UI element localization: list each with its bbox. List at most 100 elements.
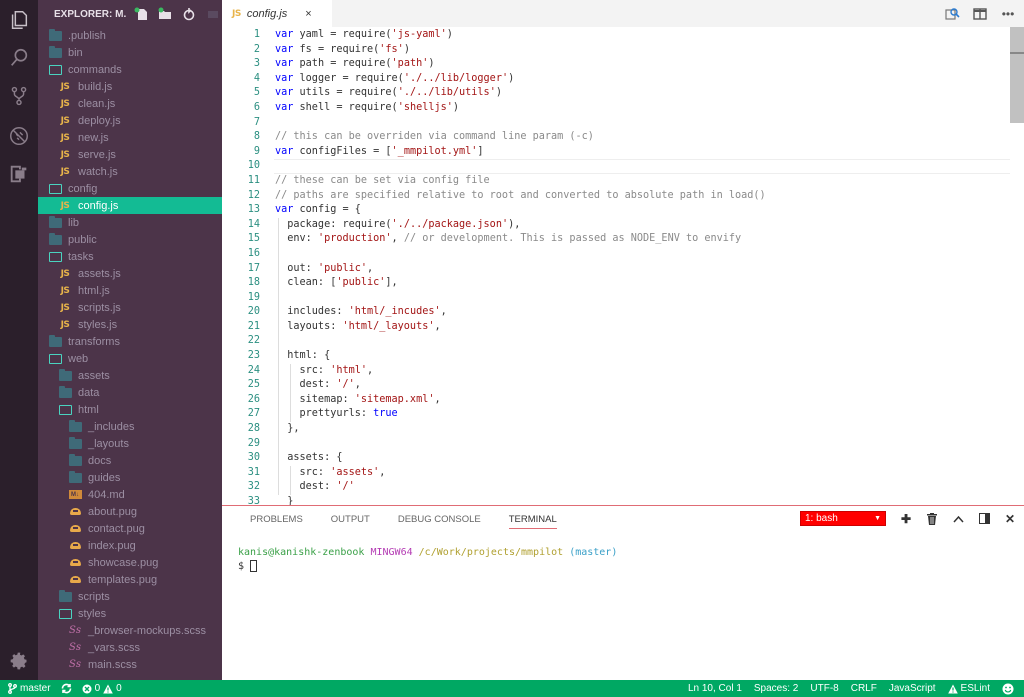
extensions-icon[interactable]	[7, 162, 31, 186]
eslint-status[interactable]: ESLint	[947, 683, 990, 694]
code-line: 14 package: require('./../package.json')…	[222, 218, 1010, 233]
tree-file[interactable]: JS build.js	[38, 78, 222, 95]
code-token: // paths are specified relative to root …	[275, 189, 766, 201]
close-tab-icon[interactable]: ×	[305, 8, 311, 20]
line-content	[260, 334, 275, 349]
editor-scrollbar[interactable]	[1010, 27, 1024, 123]
tree-folder[interactable]: docs	[38, 452, 222, 469]
tree-file[interactable]: index.pug	[38, 537, 222, 554]
tree-folder[interactable]: .publish	[38, 27, 222, 44]
search-icon[interactable]	[7, 46, 31, 70]
collapse-all-icon[interactable]	[206, 7, 220, 21]
debug-icon[interactable]	[7, 124, 31, 148]
refresh-icon[interactable]	[182, 7, 196, 21]
tree-folder[interactable]: guides	[38, 469, 222, 486]
tree-file[interactable]: JS watch.js	[38, 163, 222, 180]
tree-file[interactable]: contact.pug	[38, 520, 222, 537]
tree-file[interactable]: Ss main.scss	[38, 656, 222, 673]
tree-folder[interactable]: public	[38, 231, 222, 248]
panel-tab-output[interactable]: OUTPUT	[331, 506, 370, 532]
folder-icon	[68, 470, 82, 484]
tree-file[interactable]: JS new.js	[38, 129, 222, 146]
code-line: 28 },	[222, 422, 1010, 437]
terminal-host: MINGW64	[370, 547, 413, 558]
code-editor[interactable]: 1 var yaml = require('js-yaml') 2 var fs = …	[222, 27, 1010, 505]
code-token: includes:	[275, 306, 349, 318]
explorer-icon[interactable]	[7, 8, 31, 32]
tree-folder[interactable]: tasks	[38, 248, 222, 265]
tree-item-label: build.js	[78, 80, 113, 93]
tree-file[interactable]: JS html.js	[38, 282, 222, 299]
tree-file[interactable]: JS assets.js	[38, 265, 222, 282]
code-token: path = require(	[293, 58, 392, 70]
line-ending[interactable]: CRLF	[851, 683, 877, 694]
js-file-icon: JS	[60, 132, 70, 143]
tree-file[interactable]: Ss _browser-mockups.scss	[38, 622, 222, 639]
terminal-select[interactable]: 1: bash ▼	[800, 511, 886, 526]
tab-config-js[interactable]: JS config.js ×	[222, 0, 332, 27]
sync-status[interactable]	[61, 683, 72, 694]
language-mode[interactable]: JavaScript	[889, 683, 936, 694]
feedback-smiley-icon[interactable]	[1002, 683, 1014, 695]
tree-folder[interactable]: _includes	[38, 418, 222, 435]
panel-tab-debug-console[interactable]: DEBUG CONSOLE	[398, 506, 481, 532]
new-folder-icon[interactable]	[158, 7, 172, 21]
line-number: 14	[247, 218, 260, 230]
toggle-panel-position-icon[interactable]	[978, 512, 990, 526]
tree-folder[interactable]: styles	[38, 605, 222, 622]
tree-folder[interactable]: commands	[38, 61, 222, 78]
code-line: 4 var logger = require('./../lib/logger')	[222, 72, 1010, 87]
open-preview-icon[interactable]	[944, 6, 960, 22]
tree-file[interactable]: showcase.pug	[38, 554, 222, 571]
tree-file[interactable]: JS serve.js	[38, 146, 222, 163]
code-token: var	[275, 29, 294, 40]
tree-folder[interactable]: html	[38, 401, 222, 418]
terminal-input-line[interactable]: $	[238, 560, 617, 574]
tree-folder[interactable]: _layouts	[38, 435, 222, 452]
tree-file[interactable]: about.pug	[38, 503, 222, 520]
tree-item-label: watch.js	[78, 165, 118, 178]
tree-file[interactable]: JS clean.js	[38, 95, 222, 112]
maximize-panel-chevron-up-icon[interactable]	[952, 512, 964, 526]
encoding[interactable]: UTF-8	[810, 683, 838, 694]
line-number: 23	[247, 350, 260, 362]
line-number: 26	[247, 393, 260, 405]
tree-folder[interactable]: bin	[38, 44, 222, 61]
git-branch-status[interactable]: master	[8, 683, 51, 694]
tree-folder[interactable]: assets	[38, 367, 222, 384]
tree-file[interactable]: templates.pug	[38, 571, 222, 588]
close-panel-icon[interactable]: ✕	[1004, 512, 1016, 526]
tree-file[interactable]: JS styles.js	[38, 316, 222, 333]
new-file-icon[interactable]	[134, 7, 148, 21]
folder-icon	[58, 385, 72, 399]
tree-file[interactable]: JS deploy.js	[38, 112, 222, 129]
tree-item-label: showcase.pug	[88, 556, 159, 569]
tree-folder[interactable]: data	[38, 384, 222, 401]
tree-file[interactable]: JS scripts.js	[38, 299, 222, 316]
source-control-icon[interactable]	[7, 84, 31, 108]
code-token: env:	[275, 233, 318, 245]
new-terminal-icon[interactable]: ✚	[900, 512, 912, 526]
cursor-position[interactable]: Ln 10, Col 1	[688, 683, 742, 694]
tree-item-label: assets.js	[78, 267, 121, 280]
terminal-output[interactable]: kanis@kanishk-zenbook MINGW64 /c/Work/pr…	[238, 546, 617, 574]
panel-tab-problems[interactable]: PROBLEMS	[250, 506, 303, 532]
split-editor-icon[interactable]	[972, 6, 988, 22]
tree-folder[interactable]: transforms	[38, 333, 222, 350]
more-actions-icon[interactable]: •••	[1000, 6, 1016, 22]
line-content: layouts: 'html/_layouts',	[260, 320, 440, 335]
tree-folder[interactable]: scripts	[38, 588, 222, 605]
tree-file[interactable]: Ss _vars.scss	[38, 639, 222, 656]
indentation[interactable]: Spaces: 2	[754, 683, 798, 694]
panel-tab-terminal[interactable]: TERMINAL	[508, 506, 557, 532]
editor-area: JS config.js × ••• 1 var yaml = require('…	[222, 0, 1024, 505]
tree-folder[interactable]: web	[38, 350, 222, 367]
code-token: utils = require(	[293, 87, 398, 99]
tree-folder[interactable]: config	[38, 180, 222, 197]
settings-gear-icon[interactable]	[9, 651, 29, 671]
tree-folder[interactable]: lib	[38, 214, 222, 231]
tree-file[interactable]: JS config.js	[38, 197, 222, 214]
problems-status[interactable]: 0 0	[82, 683, 122, 694]
kill-terminal-trash-icon[interactable]	[926, 512, 938, 526]
tree-file[interactable]: M↓ 404.md	[38, 486, 222, 503]
